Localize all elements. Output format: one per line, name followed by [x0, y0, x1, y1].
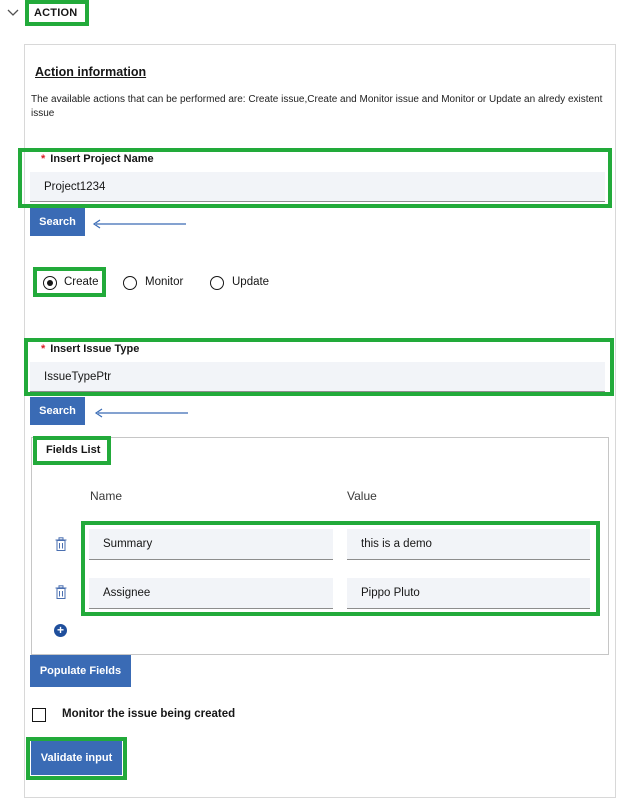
radio-monitor-label[interactable]: Monitor: [145, 276, 183, 288]
column-header-name: Name: [90, 489, 123, 503]
highlight-fields-rows: [81, 521, 600, 616]
project-search-button[interactable]: Search: [30, 208, 85, 236]
plus-circle-icon[interactable]: +: [54, 624, 67, 637]
radio-update[interactable]: [210, 276, 224, 290]
radio-update-label[interactable]: Update: [232, 276, 269, 288]
column-header-value: Value: [347, 489, 377, 503]
action-info-heading: Action information: [35, 65, 147, 79]
trash-icon[interactable]: [55, 537, 67, 551]
monitor-checkbox-label[interactable]: Monitor the issue being created: [62, 708, 235, 720]
issue-type-search-button[interactable]: Search: [30, 397, 85, 425]
highlight-issue-type: [24, 338, 614, 396]
monitor-checkbox[interactable]: [32, 708, 46, 722]
highlight-section-title: [25, 0, 89, 26]
populate-fields-button[interactable]: Populate Fields: [30, 655, 131, 687]
arrow-left-icon: [94, 408, 188, 418]
chevron-down-icon[interactable]: [6, 6, 20, 20]
highlight-create-radio: [33, 267, 106, 297]
highlight-validate-button: [26, 737, 127, 780]
radio-monitor[interactable]: [123, 276, 137, 290]
trash-icon[interactable]: [55, 585, 67, 599]
highlight-project-name: [18, 148, 612, 208]
highlight-fields-list-title: [33, 436, 111, 465]
arrow-left-icon: [92, 219, 186, 229]
action-info-description: The available actions that can be perfor…: [31, 94, 603, 119]
